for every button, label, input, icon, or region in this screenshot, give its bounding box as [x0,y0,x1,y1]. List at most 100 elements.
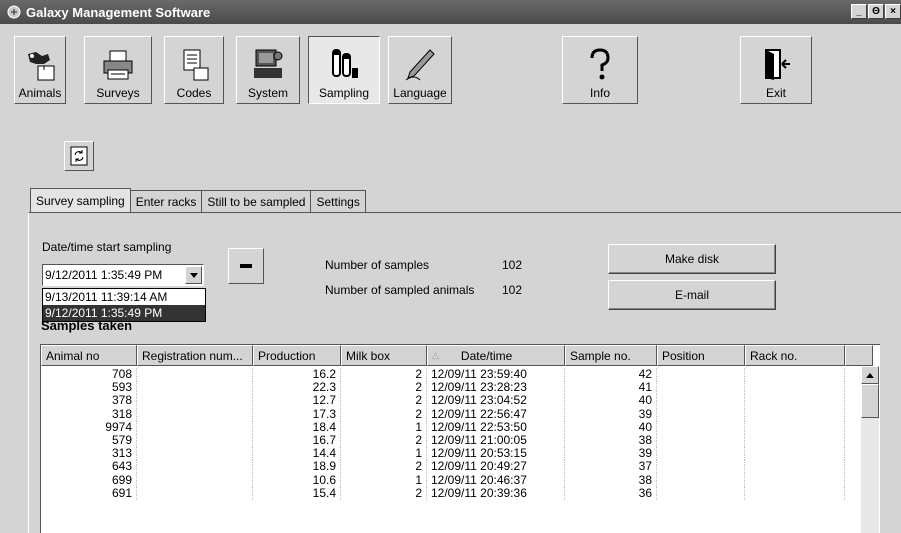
cell-registration-num [137,368,253,381]
toolbar-language-button[interactable]: Language [388,36,452,104]
table-row[interactable]: 691 15.4 2 12/09/11 20:39:36 36 [41,486,845,500]
cell-position [657,434,745,447]
toolbar-label: System [247,86,288,100]
table-row[interactable]: 378 12.7 2 12/09/11 23:04:52 40 [41,394,845,408]
table-row[interactable]: 318 17.3 2 12/09/11 22:56:47 39 [41,407,845,421]
cell-production: 17.3 [253,407,341,421]
cell-rack-no [745,407,845,421]
toolbar-info-button[interactable]: Info [562,36,638,104]
question-icon [590,48,610,80]
cell-position [657,368,745,381]
column-header-production[interactable]: Production [253,345,341,366]
cell-animal-no: 318 [41,407,137,421]
cell-animal-no: 579 [41,434,137,447]
column-header-date-time[interactable]: △ Date/time [427,345,565,366]
toolbar-system-button[interactable]: System [236,36,300,104]
cell-registration-num [137,460,253,474]
cell-milk-box: 2 [341,434,427,447]
dropdown-option[interactable]: 9/13/2011 11:39:14 AM [43,289,205,305]
num-samples-label: Number of samples [325,258,430,272]
app-icon [6,4,22,20]
date-start-select[interactable]: 9/12/2011 1:35:49 PM [42,264,204,286]
cell-rack-no [745,434,845,447]
table-row[interactable]: 708 16.2 2 12/09/11 23:59:40 42 [41,368,845,381]
cell-position [657,486,745,500]
scroll-up-button[interactable] [861,366,879,384]
test-tubes-icon [332,49,358,78]
make-disk-button[interactable]: Make disk [608,244,776,274]
column-header-label: Registration num... [142,348,243,363]
toolbar-exit-button[interactable]: Exit [740,36,812,104]
cell-milk-box: 2 [341,381,427,395]
restore-button[interactable]: Θ [868,4,884,19]
chevron-down-icon [189,272,198,278]
toolbar-surveys-button[interactable]: Surveys [84,36,152,104]
close-button[interactable]: × [885,4,901,19]
column-header-milk-box[interactable]: Milk box [341,345,427,366]
cell-registration-num [137,394,253,408]
cell-registration-num [137,381,253,395]
table-row[interactable]: 579 16.7 2 12/09/11 21:00:05 38 [41,434,845,447]
cell-sample-no: 39 [565,407,657,421]
minimize-button[interactable]: _ [851,4,867,19]
column-header-label: Date/time [460,348,513,363]
table-row[interactable]: 699 10.6 1 12/09/11 20:46:37 38 [41,473,845,487]
cell-registration-num [137,473,253,487]
date-start-value: 9/12/2011 1:35:49 PM [45,268,163,282]
window-controls: _ Θ × [851,4,901,19]
cell-milk-box: 2 [341,460,427,474]
column-header-position[interactable]: Position [657,345,745,366]
column-header-label: Position [662,348,705,363]
cell-animal-no: 378 [41,394,137,408]
email-button[interactable]: E-mail [608,280,776,310]
toolbar-label: Info [589,86,610,100]
toolbar-animals-button[interactable]: Animals [14,36,66,104]
cell-position [657,381,745,395]
cow-icon [28,52,55,81]
date-start-label: Date/time start sampling [42,240,172,254]
cell-production: 22.3 [253,381,341,395]
computer-icon [254,49,283,78]
table-row[interactable]: 643 18.9 2 12/09/11 20:49:27 37 [41,460,845,474]
cell-date-time: 12/09/11 20:49:27 [427,460,565,474]
tab-enter-racks[interactable]: Enter racks [129,190,203,212]
toolbar-sampling-button[interactable]: Sampling [308,36,380,104]
dropdown-arrow-button[interactable] [185,266,202,284]
cell-date-time: 12/09/11 23:04:52 [427,394,565,408]
date-dropdown-list: 9/13/2011 11:39:14 AM 9/12/2011 1:35:49 … [42,288,206,322]
column-header-registration-num[interactable]: Registration num... [137,345,253,366]
tab-still-to-be-sampled[interactable]: Still to be sampled [201,190,312,212]
cell-date-time: 12/09/11 23:28:23 [427,381,565,395]
table-header: Animal no Registration num... Production Mi… [41,345,873,366]
refresh-button[interactable] [64,141,94,171]
cell-production: 16.2 [253,368,341,381]
cell-registration-num [137,434,253,447]
table-row[interactable]: 313 14.4 1 12/09/11 20:53:15 39 [41,447,845,461]
cell-rack-no [745,381,845,395]
column-header-sample-no[interactable]: Sample no. [565,345,657,366]
toolbar-codes-button[interactable]: Codes [164,36,224,104]
column-header-rack-no[interactable]: Rack no. [745,345,845,366]
cell-date-time: 12/09/11 22:53:50 [427,420,565,434]
remove-button[interactable] [228,248,264,284]
cell-sample-no: 39 [565,447,657,461]
cell-sample-no: 40 [565,394,657,408]
cell-sample-no: 38 [565,434,657,447]
tab-survey-sampling[interactable]: Survey sampling [30,188,131,212]
column-header-animal-no[interactable]: Animal no [41,345,137,366]
cell-sample-no: 42 [565,368,657,381]
cell-date-time: 12/09/11 20:39:36 [427,486,565,500]
table-row[interactable]: 593 22.3 2 12/09/11 23:28:23 41 [41,381,845,395]
table-row[interactable]: 9974 18.4 1 12/09/11 22:53:50 40 [41,420,845,434]
scroll-thumb[interactable] [861,384,879,418]
cell-sample-no: 38 [565,473,657,487]
cell-milk-box: 1 [341,473,427,487]
cell-rack-no [745,394,845,408]
tab-settings[interactable]: Settings [310,190,366,212]
cell-sample-no: 36 [565,486,657,500]
column-header-label: Rack no. [750,348,798,363]
cell-rack-no [745,460,845,474]
cell-production: 12.7 [253,394,341,408]
tab-strip: Survey sampling Enter racks Still to be … [30,188,366,212]
vertical-scrollbar[interactable] [861,366,879,533]
